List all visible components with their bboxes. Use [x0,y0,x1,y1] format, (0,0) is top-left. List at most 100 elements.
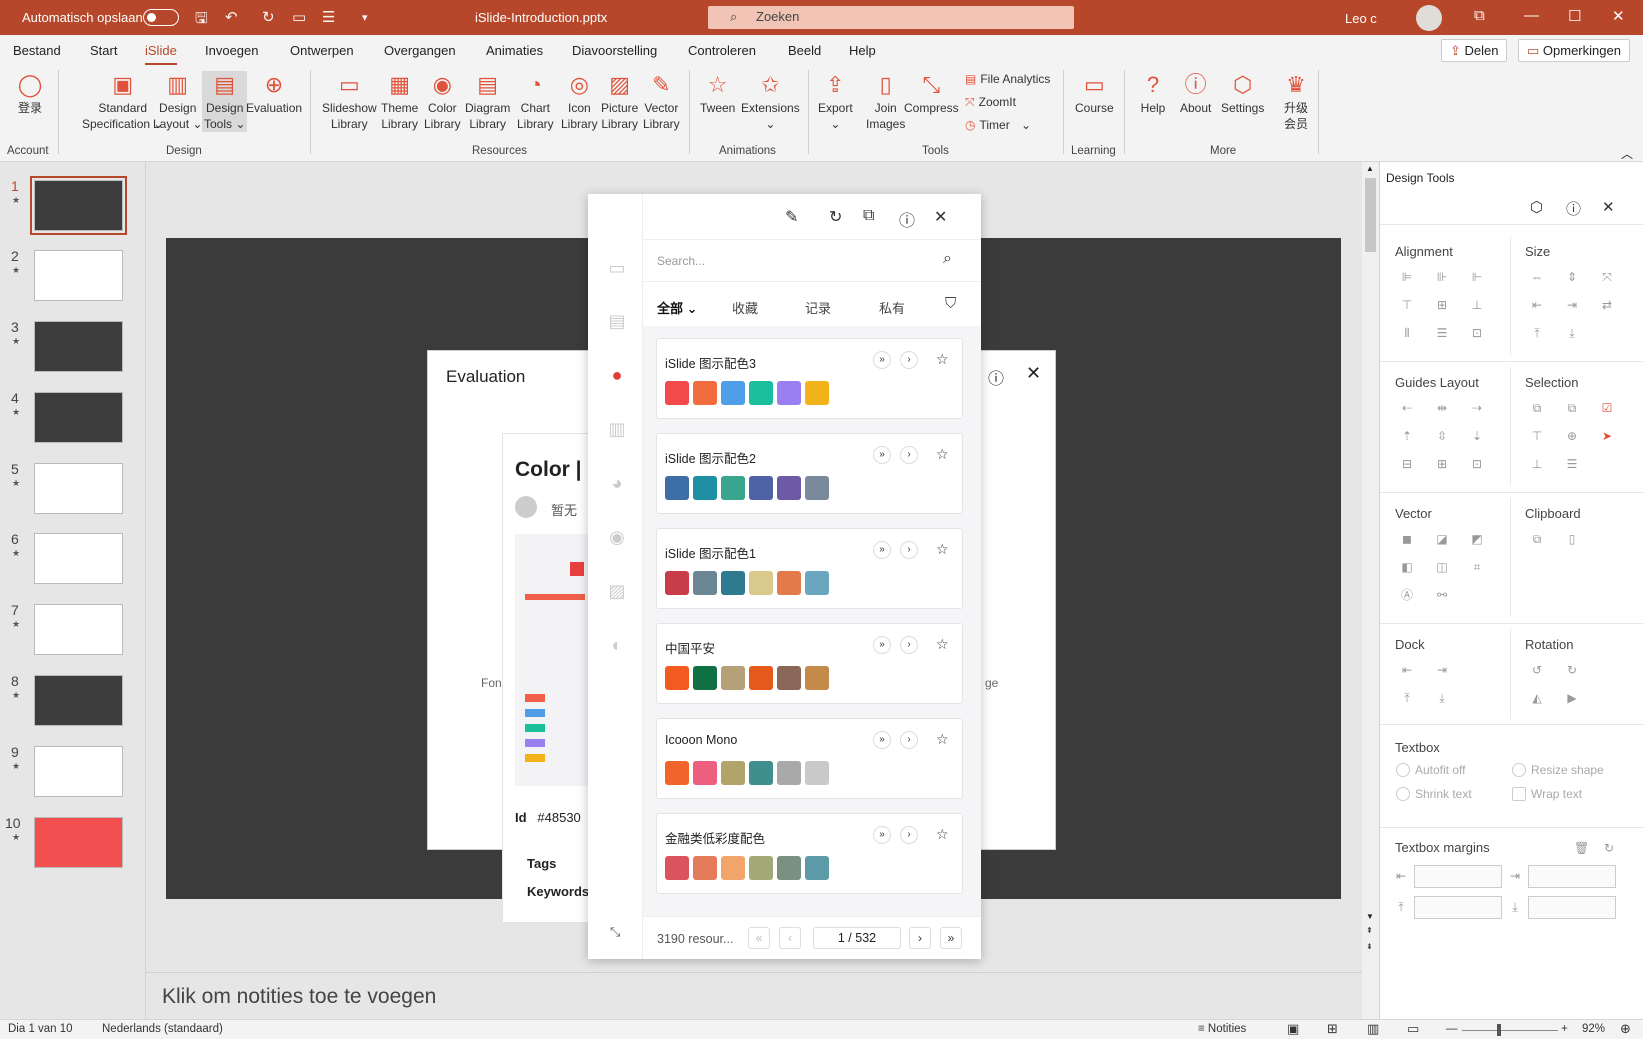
resize-shape-radio[interactable]: Resize shape [1512,763,1604,777]
palette-card[interactable]: iSlide 图示配色1 » › ☆ [656,528,963,609]
next-slide-icon[interactable]: ⇟ [1366,942,1373,951]
notes-toggle[interactable]: ≡ Notities [1198,1023,1246,1035]
margin-left-field[interactable] [1414,865,1502,888]
same-size-icon[interactable]: ⤧ [1600,270,1614,284]
edit-points-icon[interactable]: ⌗ [1470,560,1484,574]
color-swatch[interactable] [749,381,773,405]
vector-link-icon[interactable]: ⚯ [1435,588,1449,602]
apply-icon[interactable]: › [900,636,918,654]
palette-card[interactable]: Icooon Mono » › ☆ [656,718,963,799]
color-swatch[interactable] [749,571,773,595]
stretch-right-icon[interactable]: ⇥ [1565,298,1579,312]
select-cursor-icon[interactable]: ➤ [1600,429,1614,443]
align-bottom-icon[interactable]: ⊥ [1470,298,1484,312]
guide-top-icon[interactable]: ⇡ [1400,429,1414,443]
color-swatch[interactable] [693,666,717,690]
close-icon[interactable]: ✕ [1602,198,1615,216]
slide-thumbnail-1[interactable] [30,176,127,235]
diagram-library-button[interactable]: ▤ Diagram Library [465,71,510,132]
align-slide-icon[interactable]: ⊡ [1470,326,1484,340]
margin-top-field[interactable] [1414,896,1502,919]
select-level-icon[interactable]: ⊕ [1565,429,1579,443]
align-right-icon[interactable]: ⊩ [1470,270,1484,284]
align-top-icon[interactable]: ⊤ [1400,298,1414,312]
apply-all-icon[interactable]: » [873,731,891,749]
color-swatch[interactable] [721,761,745,785]
intersect-icon[interactable]: ◧ [1400,560,1414,574]
ribbon-display-icon[interactable]: ⧉ [1474,7,1485,24]
zoom-slider-thumb[interactable] [1497,1024,1501,1036]
slideshow-icon[interactable]: ▭ [606,257,628,279]
timer-button[interactable]: ◷ Timer ⌄ [965,118,1031,132]
favorite-star-icon[interactable]: ☆ [936,446,949,463]
color-swatch[interactable] [665,571,689,595]
guide-middle-icon[interactable]: ⇳ [1435,429,1449,443]
align-middle-icon[interactable]: ⊞ [1435,298,1449,312]
color-swatch[interactable] [805,761,829,785]
select-checked-icon[interactable]: ☑ [1600,401,1614,415]
color-swatch[interactable] [665,856,689,880]
favorite-star-icon[interactable]: ☆ [936,541,949,558]
apply-icon[interactable]: › [900,541,918,559]
search-box[interactable]: ⌕ Zoeken [708,6,1074,29]
palette-card[interactable]: 中国平安 » › ☆ [656,623,963,704]
help-icon[interactable]: ⓘ [899,207,915,231]
minimize-icon[interactable]: — [1524,7,1539,24]
color-swatch[interactable] [693,761,717,785]
next-page-button[interactable]: › [909,927,931,949]
color-swatch[interactable] [805,476,829,500]
slide-thumbnail-9[interactable] [34,746,123,797]
slide-thumbnail-3[interactable] [34,321,123,372]
prev-slide-icon[interactable]: ⇞ [1366,926,1373,935]
apply-all-icon[interactable]: » [873,541,891,559]
library-search[interactable]: Search... ⌕ [643,240,981,282]
autosave-toggle[interactable] [143,9,179,26]
help-icon[interactable]: ⓘ [988,365,1004,389]
color-swatch[interactable] [777,666,801,690]
scroll-up-icon[interactable]: ▲ [1366,164,1374,173]
design-layout-button[interactable]: ▥ Design Layout ⌄ [153,71,202,132]
apply-icon[interactable]: › [900,351,918,369]
favorite-star-icon[interactable]: ☆ [936,826,949,843]
tab-islide[interactable]: iSlide [145,43,177,65]
rotate-right-icon[interactable]: ↻ [1565,663,1579,677]
guide-bottom-icon[interactable]: ⇣ [1470,429,1484,443]
color-swatch[interactable] [693,381,717,405]
apply-all-icon[interactable]: » [873,636,891,654]
dock-top-icon[interactable]: ⤒ [1400,691,1414,705]
chart-library-button[interactable]: ◔ Chart Library [517,71,554,132]
upgrade-button[interactable]: ♛ 升级 会员 [1282,71,1310,132]
picture-library-button[interactable]: ▨ Picture Library [601,71,638,132]
color-swatch[interactable] [665,381,689,405]
design-tools-button[interactable]: ▤ Design Tools ⌄ [202,71,248,132]
slide-thumbnail-2[interactable] [34,250,123,301]
zoom-level[interactable]: 92% [1582,1023,1605,1035]
picture-icon[interactable]: ▨ [606,580,628,602]
refresh-icon[interactable]: ↻ [829,207,842,227]
palette-icon[interactable]: ● [606,364,628,386]
paste-icon[interactable]: ▯ [1565,532,1579,546]
present-icon[interactable]: ▭ [292,8,306,26]
palette-card[interactable]: 金融类低彩度配色 » › ☆ [656,813,963,894]
tab-history[interactable]: 记录 [805,298,831,317]
palette-card[interactable]: iSlide 图示配色3 » › ☆ [656,338,963,419]
apply-icon[interactable]: › [900,826,918,844]
pie-chart-icon[interactable]: ◕ [606,472,628,494]
stretch-left-icon[interactable]: ⇤ [1530,298,1544,312]
color-swatch[interactable] [721,476,745,500]
close-icon[interactable]: ✕ [934,207,947,227]
normal-view-icon[interactable]: ▣ [1287,1021,1299,1037]
autofit-off-radio[interactable]: Autofit off [1396,763,1465,777]
tab-bestand[interactable]: Bestand [13,43,61,58]
tab-ontwerpen[interactable]: Ontwerpen [290,43,354,58]
slide-thumbnail-8[interactable] [34,675,123,726]
swap-icon[interactable]: ⇄ [1600,298,1614,312]
switch-icon[interactable]: ⧉ [863,207,874,225]
file-analytics-button[interactable]: ▤ File Analytics [965,72,1050,86]
scroll-down-icon[interactable]: ▼ [1366,912,1374,921]
refresh-icon[interactable]: ↻ [1602,841,1616,855]
fragment-icon[interactable]: ◩ [1470,532,1484,546]
reading-view-icon[interactable]: ▥ [1367,1021,1379,1037]
help-button[interactable]: ? Help [1139,71,1167,116]
same-width-icon[interactable]: ⇔ [1530,270,1544,284]
